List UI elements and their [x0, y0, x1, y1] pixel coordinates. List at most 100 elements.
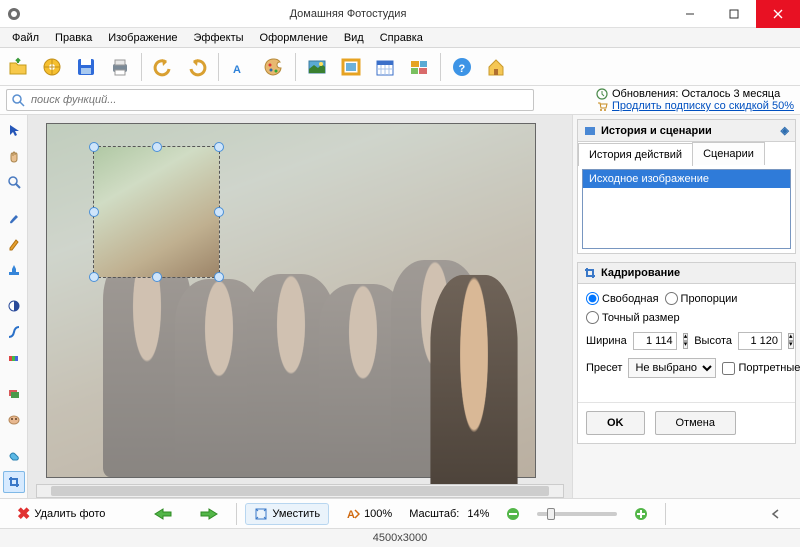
preset-select[interactable]: Не выбрано: [628, 358, 716, 378]
crop-handle-n[interactable]: [152, 142, 162, 152]
print-button[interactable]: [104, 51, 136, 83]
hue-tool[interactable]: [3, 347, 25, 369]
image-dimensions: 4500x3000: [373, 532, 427, 544]
menu-edit[interactable]: Правка: [47, 30, 100, 46]
search-box[interactable]: [6, 89, 534, 111]
preset-label: Пресет: [586, 362, 622, 374]
ok-button[interactable]: OK: [586, 411, 645, 435]
canvas-area: [28, 115, 572, 498]
svg-text:A: A: [347, 509, 355, 521]
save-button[interactable]: [70, 51, 102, 83]
crop-tool[interactable]: [3, 471, 25, 493]
collage-button[interactable]: [403, 51, 435, 83]
minimize-button[interactable]: [668, 0, 712, 28]
zoom-in-button[interactable]: [625, 503, 657, 525]
home-button[interactable]: [480, 51, 512, 83]
history-item[interactable]: Исходное изображение: [583, 170, 790, 188]
subscription-info: Обновления: Осталось 3 месяца Продлить п…: [596, 88, 794, 112]
portraits-check[interactable]: Портретные: [722, 362, 800, 375]
width-spinner[interactable]: ▴▾: [683, 333, 689, 349]
renew-link[interactable]: Продлить подписку со скидкой 50%: [612, 100, 794, 112]
crop-handle-nw[interactable]: [89, 142, 99, 152]
crop-handle-e[interactable]: [214, 207, 224, 217]
main-toolbar: A ?: [0, 48, 800, 86]
retouch-tool[interactable]: [3, 409, 25, 431]
history-list[interactable]: Исходное изображение: [582, 169, 791, 249]
tab-scenarios[interactable]: Сценарии: [692, 142, 765, 165]
zoom-100-button[interactable]: A100%: [337, 503, 401, 525]
catalog-button[interactable]: [36, 51, 68, 83]
brightness-tool[interactable]: [3, 295, 25, 317]
svg-text:A: A: [233, 64, 241, 76]
text-button[interactable]: A: [224, 51, 256, 83]
zoom-value: 14%: [467, 508, 489, 520]
actual-size-icon: A: [346, 507, 360, 521]
crop-handle-se[interactable]: [214, 272, 224, 282]
pointer-tool[interactable]: [3, 119, 25, 141]
crop-selection[interactable]: [93, 146, 220, 278]
history-icon: [584, 125, 596, 137]
titlebar: Домашняя Фотостудия: [0, 0, 800, 28]
collapse-icon[interactable]: ◈: [781, 124, 789, 137]
crop-handle-sw[interactable]: [89, 272, 99, 282]
prev-button[interactable]: [144, 503, 182, 525]
menubar: Файл Правка Изображение Эффекты Оформлен…: [0, 28, 800, 48]
menu-view[interactable]: Вид: [336, 30, 372, 46]
zoom-out-button[interactable]: [497, 503, 529, 525]
layers-tool[interactable]: [3, 383, 25, 405]
eraser-tool[interactable]: [3, 445, 25, 467]
stamp-tool[interactable]: [3, 259, 25, 281]
menu-effects[interactable]: Эффекты: [186, 30, 252, 46]
mode-free[interactable]: Свободная: [586, 292, 659, 305]
width-input[interactable]: [633, 332, 677, 350]
height-input[interactable]: [738, 332, 782, 350]
height-spinner[interactable]: ▴▾: [788, 333, 794, 349]
search-row: Обновления: Осталось 3 месяца Продлить п…: [0, 86, 800, 115]
canvas[interactable]: [46, 123, 536, 478]
redo-button[interactable]: [181, 51, 213, 83]
subscription-status: Обновления: Осталось 3 месяца: [612, 88, 780, 100]
height-label: Высота: [694, 335, 732, 347]
maximize-button[interactable]: [712, 0, 756, 28]
crop-panel: Кадрирование Свободная Пропорции Точный …: [577, 262, 796, 444]
help-button[interactable]: ?: [446, 51, 478, 83]
brush-tool[interactable]: [3, 207, 25, 229]
mode-prop[interactable]: Пропорции: [665, 292, 738, 305]
palette-button[interactable]: [258, 51, 290, 83]
expand-panel-button[interactable]: [760, 503, 792, 525]
status-bar: 4500x3000: [0, 528, 800, 547]
crop-handle-s[interactable]: [152, 272, 162, 282]
menu-help[interactable]: Справка: [372, 30, 431, 46]
canvas-h-scrollbar[interactable]: [36, 484, 564, 498]
search-icon: [11, 93, 25, 107]
x-icon: ✖: [17, 504, 30, 524]
menu-file[interactable]: Файл: [4, 30, 47, 46]
open-button[interactable]: [2, 51, 34, 83]
width-label: Ширина: [586, 335, 627, 347]
fit-button[interactable]: Уместить: [245, 503, 329, 525]
delete-photo-button[interactable]: ✖Удалить фото: [8, 500, 114, 528]
curves-tool[interactable]: [3, 321, 25, 343]
crop-handle-w[interactable]: [89, 207, 99, 217]
hand-tool[interactable]: [3, 145, 25, 167]
close-button[interactable]: [756, 0, 800, 28]
clock-icon: [596, 88, 608, 100]
app-icon: [0, 6, 28, 22]
frame-button[interactable]: [335, 51, 367, 83]
right-panel: История и сценарии ◈ История действий Сц…: [572, 115, 800, 498]
crop-handle-ne[interactable]: [214, 142, 224, 152]
pencil-tool[interactable]: [3, 233, 25, 255]
menu-image[interactable]: Изображение: [100, 30, 185, 46]
enhance-button[interactable]: [301, 51, 333, 83]
search-input[interactable]: [25, 94, 529, 106]
zoom-slider[interactable]: [537, 512, 617, 516]
menu-design[interactable]: Оформление: [252, 30, 336, 46]
undo-button[interactable]: [147, 51, 179, 83]
mode-exact[interactable]: Точный размер: [586, 311, 680, 324]
zoom-tool[interactable]: [3, 171, 25, 193]
calendar-button[interactable]: [369, 51, 401, 83]
tab-history[interactable]: История действий: [578, 143, 693, 166]
cancel-button[interactable]: Отмена: [655, 411, 736, 435]
history-title: История и сценарии: [601, 125, 712, 137]
next-button[interactable]: [190, 503, 228, 525]
